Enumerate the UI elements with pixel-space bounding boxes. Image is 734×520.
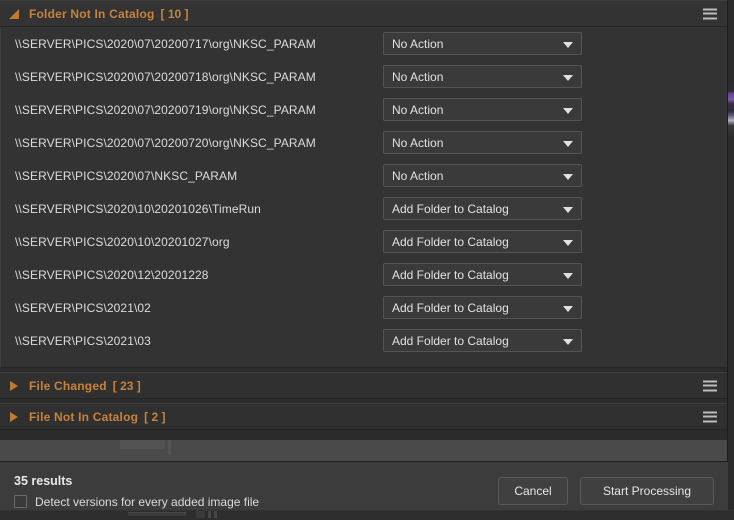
folder-path: \\SERVER\PICS\2021\02	[15, 300, 151, 315]
hamburger-line	[703, 389, 717, 391]
chevron-down-icon	[563, 239, 573, 246]
table-row[interactable]: \\SERVER\PICS\2020\10\20201026\TimeRun A…	[1, 192, 727, 225]
bottom-artifact-shape	[196, 511, 205, 518]
footer-left-group: 35 results Detect versions for every add…	[14, 474, 498, 509]
folder-path: \\SERVER\PICS\2020\07\20200717\org\NKSC_…	[15, 36, 316, 51]
footer-button-group: Cancel Start Processing	[498, 477, 714, 505]
table-row[interactable]: \\SERVER\PICS\2020\10\20201027\org Add F…	[1, 225, 727, 258]
action-dropdown[interactable]: No Action	[383, 65, 582, 88]
dialog-spacer	[0, 430, 728, 440]
hamburger-line	[703, 411, 717, 413]
action-dropdown[interactable]: Add Folder to Catalog	[383, 263, 582, 286]
folder-path: \\SERVER\PICS\2020\12\20201228	[15, 267, 209, 282]
hamburger-line	[703, 384, 717, 387]
detect-versions-checkbox[interactable]	[14, 495, 27, 508]
action-dropdown-value: Add Folder to Catalog	[392, 333, 509, 348]
section-count-file-changed: [ 23 ]	[112, 378, 141, 393]
background-window-bottom-strip	[0, 511, 734, 520]
table-row[interactable]: \\SERVER\PICS\2020\12\20201228 Add Folde…	[1, 258, 727, 291]
action-dropdown-value: Add Folder to Catalog	[392, 234, 509, 249]
action-dropdown-value: No Action	[392, 69, 444, 84]
detect-versions-label: Detect versions for every added image fi…	[35, 494, 260, 509]
section-count-folder-not-in-catalog: [ 10 ]	[160, 6, 189, 21]
folder-path: \\SERVER\PICS\2020\10\20201027\org	[15, 234, 230, 249]
chevron-down-icon	[563, 41, 573, 48]
window-edge-divider	[727, 0, 728, 462]
start-processing-button[interactable]: Start Processing	[580, 477, 714, 505]
action-dropdown-value: No Action	[392, 36, 444, 51]
bottom-artifact-shape	[208, 511, 211, 518]
section-header-file-changed[interactable]: File Changed [ 23 ]	[0, 372, 728, 399]
hamburger-icon-folder-not-in-catalog[interactable]	[703, 8, 717, 19]
hamburger-line	[703, 420, 717, 422]
chevron-down-icon	[563, 272, 573, 279]
background-window-sliver	[728, 84, 734, 136]
chevron-down-icon	[563, 338, 573, 345]
folder-path: \\SERVER\PICS\2021\03	[15, 333, 151, 348]
action-dropdown[interactable]: Add Folder to Catalog	[383, 329, 582, 352]
hamburger-icon-file-not-in-catalog[interactable]	[703, 411, 717, 422]
bottom-artifact-shape	[128, 512, 186, 516]
hamburger-line	[703, 380, 717, 382]
folder-path: \\SERVER\PICS\2020\07\20200720\org\NKSC_…	[15, 135, 316, 150]
section-title-file-changed: File Changed	[29, 378, 107, 393]
footer-band-artifact	[168, 440, 171, 454]
section-title-file-not-in-catalog: File Not In Catalog	[29, 409, 139, 424]
folder-path: \\SERVER\PICS\2020\07\20200719\org\NKSC_…	[15, 102, 316, 117]
footer-band-artifact	[120, 440, 165, 449]
bottom-artifact-shape	[214, 511, 217, 518]
folder-list-panel[interactable]: \\SERVER\PICS\2020\07\20200717\org\NKSC_…	[0, 27, 728, 368]
hamburger-line	[703, 415, 717, 418]
chevron-down-icon	[563, 206, 573, 213]
section-count-file-not-in-catalog: [ 2 ]	[144, 409, 166, 424]
action-dropdown[interactable]: No Action	[383, 131, 582, 154]
detect-versions-checkbox-row[interactable]: Detect versions for every added image fi…	[14, 495, 498, 509]
section-title-folder-not-in-catalog: Folder Not In Catalog	[29, 6, 155, 21]
hamburger-icon-file-changed[interactable]	[703, 380, 717, 391]
table-row[interactable]: \\SERVER\PICS\2020\07\NKSC_PARAM No Acti…	[1, 159, 727, 192]
action-dropdown[interactable]: No Action	[383, 98, 582, 121]
table-row[interactable]: \\SERVER\PICS\2020\07\20200717\org\NKSC_…	[1, 27, 727, 60]
chevron-down-icon	[563, 74, 573, 81]
table-row[interactable]: \\SERVER\PICS\2020\07\20200718\org\NKSC_…	[1, 60, 727, 93]
action-dropdown-value: No Action	[392, 168, 444, 183]
action-dropdown-value: No Action	[392, 102, 444, 117]
table-row[interactable]: \\SERVER\PICS\2020\07\20200719\org\NKSC_…	[1, 93, 727, 126]
action-dropdown[interactable]: Add Folder to Catalog	[383, 197, 582, 220]
triangle-right-icon[interactable]	[8, 379, 22, 393]
action-dropdown-value: Add Folder to Catalog	[392, 300, 509, 315]
action-dropdown-value: No Action	[392, 135, 444, 150]
chevron-down-icon	[563, 107, 573, 114]
hamburger-line	[703, 12, 717, 15]
triangle-right-icon[interactable]	[8, 410, 22, 424]
chevron-down-icon	[563, 305, 573, 312]
chevron-down-icon	[563, 140, 573, 147]
folder-path: \\SERVER\PICS\2020\07\20200718\org\NKSC_…	[15, 69, 316, 84]
section-header-folder-not-in-catalog[interactable]: Folder Not In Catalog [ 10 ]	[0, 0, 728, 27]
action-dropdown[interactable]: Add Folder to Catalog	[383, 296, 582, 319]
triangle-down-icon[interactable]	[8, 7, 22, 21]
action-dropdown-value: Add Folder to Catalog	[392, 201, 509, 216]
table-row[interactable]: \\SERVER\PICS\2021\02 Add Folder to Cata…	[1, 291, 727, 324]
action-dropdown[interactable]: No Action	[383, 164, 582, 187]
hamburger-line	[703, 8, 717, 10]
table-row[interactable]: \\SERVER\PICS\2020\07\20200720\org\NKSC_…	[1, 126, 727, 159]
cancel-button[interactable]: Cancel	[498, 477, 568, 505]
section-header-file-not-in-catalog[interactable]: File Not In Catalog [ 2 ]	[0, 403, 728, 430]
chevron-down-icon	[563, 173, 573, 180]
folder-path: \\SERVER\PICS\2020\10\20201026\TimeRun	[15, 201, 261, 216]
action-dropdown[interactable]: No Action	[383, 32, 582, 55]
action-dropdown-value: Add Folder to Catalog	[392, 267, 509, 282]
footer-top-band	[0, 440, 728, 462]
hamburger-line	[703, 17, 717, 19]
folder-path: \\SERVER\PICS\2020\07\NKSC_PARAM	[15, 168, 238, 183]
import-results-dialog: Folder Not In Catalog [ 10 ] \\SERVER\PI…	[0, 0, 728, 520]
table-row[interactable]: \\SERVER\PICS\2021\03 Add Folder to Cata…	[1, 324, 727, 357]
action-dropdown[interactable]: Add Folder to Catalog	[383, 230, 582, 253]
results-count: 35 results	[14, 473, 73, 488]
